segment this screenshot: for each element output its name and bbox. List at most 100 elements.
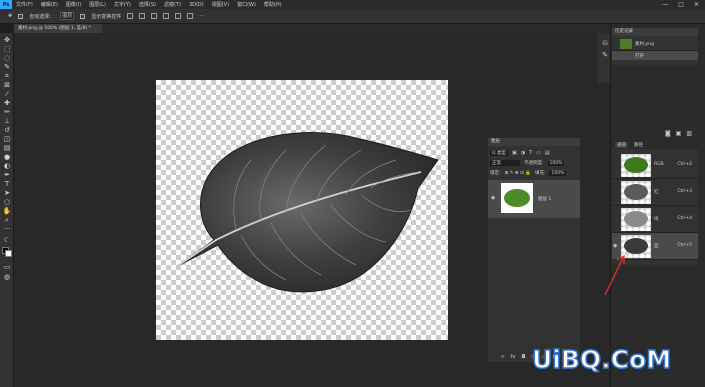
healing-brush-tool-icon[interactable]: ✚ [3, 99, 11, 107]
pen-tool-icon[interactable]: ✒ [3, 171, 11, 179]
menu-filter[interactable]: 滤镜(T) [164, 1, 181, 8]
menu-window[interactable]: 窗口(W) [237, 1, 256, 8]
screen-mode-icon[interactable]: ▭ [3, 263, 11, 271]
document-tab[interactable]: 素材.png @ 100% (图层 1, 蓝/8) * [14, 24, 102, 33]
channel-name: 绿 [654, 217, 659, 222]
channels-tabs: 通道 路径 [612, 140, 698, 149]
gradient-tool-icon[interactable]: ▤ [3, 144, 11, 152]
layers-tab[interactable]: 图层 [488, 138, 580, 146]
tools-panel: ✥ ⬚ ◌ ✎ ⌗ ⊠ ⁄ ✚ ✏ ⊥ ↺ ◫ ▤ ● ◐ ✒ T ➤ ○ ✋ … [0, 33, 14, 387]
window-controls: — □ ✕ [662, 1, 699, 8]
edit-toolbar-icon[interactable]: ··· [3, 225, 11, 233]
extra-icon[interactable]: ◍ [3, 273, 11, 281]
type-tool-icon[interactable]: T [3, 180, 11, 188]
filter-pixel-icon[interactable]: ▣ [512, 150, 517, 156]
align-center-icon[interactable] [139, 13, 146, 19]
show-transform-label: 显示变换控件 [91, 13, 122, 20]
minimize-button[interactable]: — [662, 1, 668, 8]
layer-row[interactable]: ◉ 图层 1 [488, 180, 580, 218]
clone-stamp-tool-icon[interactable]: ⊥ [3, 117, 11, 125]
channel-shortcut: Ctrl+2 [677, 162, 692, 167]
eraser-tool-icon[interactable]: ◫ [3, 135, 11, 143]
camera-icon[interactable]: ◙ [665, 130, 671, 137]
brush-panel-icon[interactable]: ✎ [601, 51, 609, 59]
filter-smart-icon[interactable]: ▤ [545, 150, 550, 156]
menu-3d[interactable]: 3D(D) [189, 2, 204, 8]
menu-select[interactable]: 选择(S) [139, 1, 156, 8]
show-transform-checkbox[interactable] [80, 13, 86, 19]
new-doc-icon[interactable]: ▣ [676, 130, 682, 137]
app-logo[interactable]: Ps [0, 0, 12, 9]
document-canvas[interactable] [156, 80, 448, 340]
channel-row-rgb[interactable]: RGB Ctrl+2 [612, 152, 698, 179]
menu-help[interactable]: 帮助(H) [264, 1, 282, 8]
align-bottom-icon[interactable] [187, 13, 194, 19]
background-color-swatch[interactable] [5, 250, 12, 257]
history-panel-icon[interactable]: ⎌ [601, 39, 609, 47]
channel-shortcut: Ctrl+5 [677, 243, 692, 248]
fill-field[interactable]: 100% [549, 170, 567, 176]
menu-file[interactable]: 文件(F) [16, 1, 33, 8]
history-step-row[interactable]: 打开 [612, 51, 698, 60]
watermark-logo: UiBQ.CoM [531, 344, 672, 375]
tab-paths[interactable]: 路径 [634, 142, 643, 148]
hand-tool-icon[interactable]: ✋ [3, 207, 12, 215]
history-footer: ◙ ▣ ▥ [612, 128, 698, 138]
trash-icon[interactable]: ▥ [686, 130, 692, 137]
dodge-tool-icon[interactable]: ◐ [3, 162, 11, 170]
history-brush-tool-icon[interactable]: ↺ [3, 126, 11, 134]
document-tab-bar [14, 24, 610, 33]
eyedropper-tool-icon[interactable]: ⁄ [3, 90, 11, 98]
history-tab[interactable]: 历史记录 [612, 28, 698, 36]
layer-thumbnail [501, 183, 533, 213]
auto-select-dropdown[interactable]: 图层 [60, 12, 75, 20]
zoom-tool-icon[interactable]: ⌕ [3, 216, 11, 224]
more-options-icon[interactable]: ··· [199, 13, 204, 19]
crop-tool-icon[interactable]: ⌗ [3, 72, 11, 80]
ellipse-tool-icon[interactable]: ○ [3, 198, 11, 206]
path-select-tool-icon[interactable]: ➤ [3, 189, 11, 197]
align-right-icon[interactable] [151, 13, 158, 19]
visibility-eye-icon[interactable]: ◉ [491, 195, 495, 201]
tab-channels[interactable]: 通道 [615, 141, 628, 148]
move-tool-icon[interactable]: ✥ [8, 13, 12, 19]
lasso-tool-icon[interactable]: ◌ [3, 54, 11, 62]
auto-select-checkbox[interactable] [18, 13, 24, 19]
menu-edit[interactable]: 编辑(E) [41, 1, 58, 8]
menu-view[interactable]: 视图(V) [212, 1, 229, 8]
layer-filter-dropdown[interactable]: Q 类型 [490, 150, 508, 156]
brush-tool-icon[interactable]: ✏ [3, 108, 11, 116]
menu-type[interactable]: 文字(Y) [114, 1, 131, 8]
snapshot-thumbnail [620, 39, 632, 49]
opacity-field[interactable]: 100% [547, 160, 565, 166]
link-icon[interactable]: ∞ [501, 354, 505, 360]
mask-icon[interactable]: ◘ [521, 354, 525, 360]
maximize-button[interactable]: □ [678, 1, 684, 8]
quick-mask-icon[interactable]: ☾ [3, 236, 11, 244]
marquee-tool-icon[interactable]: ⬚ [3, 45, 11, 53]
filter-shape-icon[interactable]: ▭ [536, 150, 541, 156]
move-tool-icon[interactable]: ✥ [3, 36, 11, 44]
filter-adjust-icon[interactable]: ◑ [521, 150, 525, 156]
blend-mode-dropdown[interactable]: 正常 [490, 160, 520, 166]
channel-row-red[interactable]: 红 Ctrl+3 [612, 179, 698, 206]
lock-icons[interactable]: ⊞ ✎ ✥ ⊡ 🔒 [505, 171, 531, 176]
leaf-image [175, 132, 439, 293]
align-left-icon[interactable] [127, 13, 134, 19]
layer-filter-row: Q 类型 ▣ ◑ T ▭ ▤ [490, 149, 578, 157]
channel-row-green[interactable]: 绿 Ctrl+4 [612, 206, 698, 233]
frame-tool-icon[interactable]: ⊠ [3, 81, 11, 89]
align-top-icon[interactable] [163, 13, 170, 19]
blur-tool-icon[interactable]: ● [3, 153, 11, 161]
close-button[interactable]: ✕ [694, 1, 699, 8]
history-snapshot-row[interactable]: 素材.png [612, 37, 698, 51]
menu-image[interactable]: 图像(I) [66, 1, 81, 8]
visibility-eye-icon[interactable]: ◉ [613, 243, 617, 249]
align-middle-icon[interactable] [175, 13, 182, 19]
menu-layer[interactable]: 图层(L) [89, 1, 106, 8]
lock-label: 锁定: [490, 171, 501, 176]
filter-type-icon[interactable]: T [529, 150, 532, 156]
quick-select-tool-icon[interactable]: ✎ [3, 63, 11, 71]
fx-icon[interactable]: fx [511, 354, 516, 360]
auto-select-label: 自动选择： [29, 13, 55, 20]
